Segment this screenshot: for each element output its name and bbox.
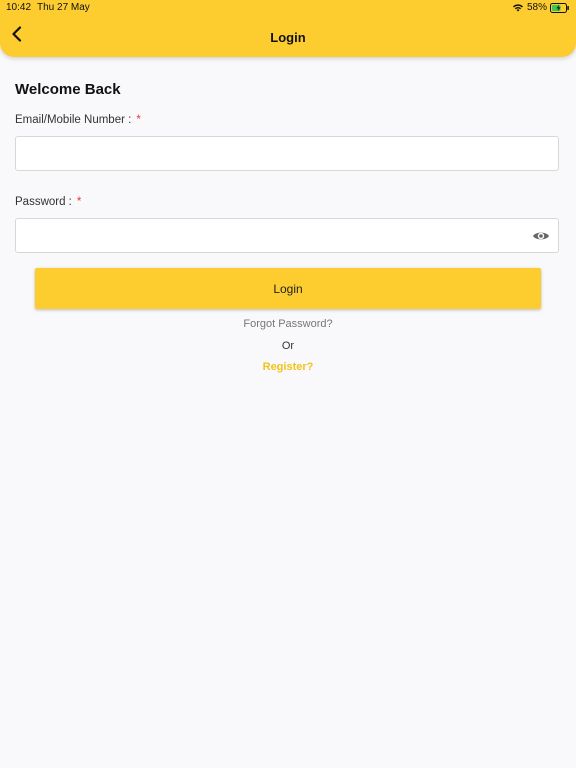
required-marker: * — [136, 114, 141, 126]
password-field[interactable] — [16, 219, 536, 252]
email-label-text: Email/Mobile Number : — [15, 114, 132, 126]
status-date: Thu 27 May — [37, 2, 90, 13]
status-indicators: 58% — [512, 2, 570, 13]
battery-charging-icon — [550, 2, 570, 13]
battery-percent: 58% — [526, 2, 547, 13]
status-time: 10:42 — [6, 2, 32, 13]
required-marker: * — [76, 196, 82, 208]
wifi-icon — [512, 3, 524, 12]
password-label: Password : * — [15, 196, 81, 208]
email-label: Email/Mobile Number : * — [15, 114, 141, 126]
page-title: Login — [270, 30, 306, 45]
login-button[interactable]: Login — [35, 268, 541, 309]
welcome-heading: Welcome Back — [15, 81, 121, 98]
eye-icon[interactable] — [532, 227, 550, 245]
email-field-container — [15, 136, 559, 171]
or-divider-text: Or — [281, 340, 295, 352]
forgot-password-link: Forgot Password? — [0, 318, 576, 330]
register-link: Register? — [0, 361, 576, 373]
email-field[interactable] — [16, 137, 536, 170]
app-header: 10:42 Thu 27 May 58% Login — [0, 0, 576, 57]
password-label-text: Password : — [15, 196, 72, 208]
forgot-password-link-text[interactable]: Forgot Password? — [243, 318, 332, 330]
password-field-container — [15, 218, 559, 253]
register-link-text[interactable]: Register? — [263, 361, 314, 373]
